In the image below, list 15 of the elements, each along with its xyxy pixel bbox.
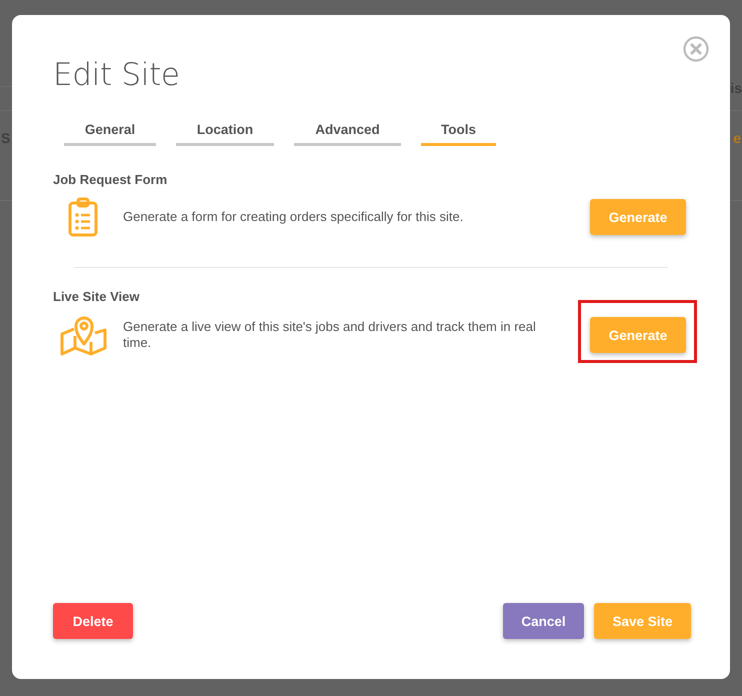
dialog-title: Edit Site <box>53 56 181 95</box>
tab[interactable]: Tools <box>421 122 496 146</box>
delete-button[interactable]: Delete <box>53 603 133 639</box>
tool-description: Generate a live view of this site's jobs and drivers and track them in real time. <box>123 319 537 351</box>
section-title: Job Request Form <box>53 172 168 187</box>
clipboard-icon <box>68 197 98 237</box>
tool-description: Generate a form for creating orders specifically for this site. <box>123 209 464 225</box>
tab[interactable]: Location <box>176 122 274 146</box>
tab[interactable]: Advanced <box>294 122 401 146</box>
background-text: e <box>733 130 741 146</box>
cancel-button[interactable]: Cancel <box>503 603 584 639</box>
section-title: Live Site View <box>53 289 140 304</box>
tab[interactable]: General <box>64 122 156 146</box>
close-icon[interactable] <box>683 36 709 62</box>
map-pin-icon <box>60 314 106 356</box>
